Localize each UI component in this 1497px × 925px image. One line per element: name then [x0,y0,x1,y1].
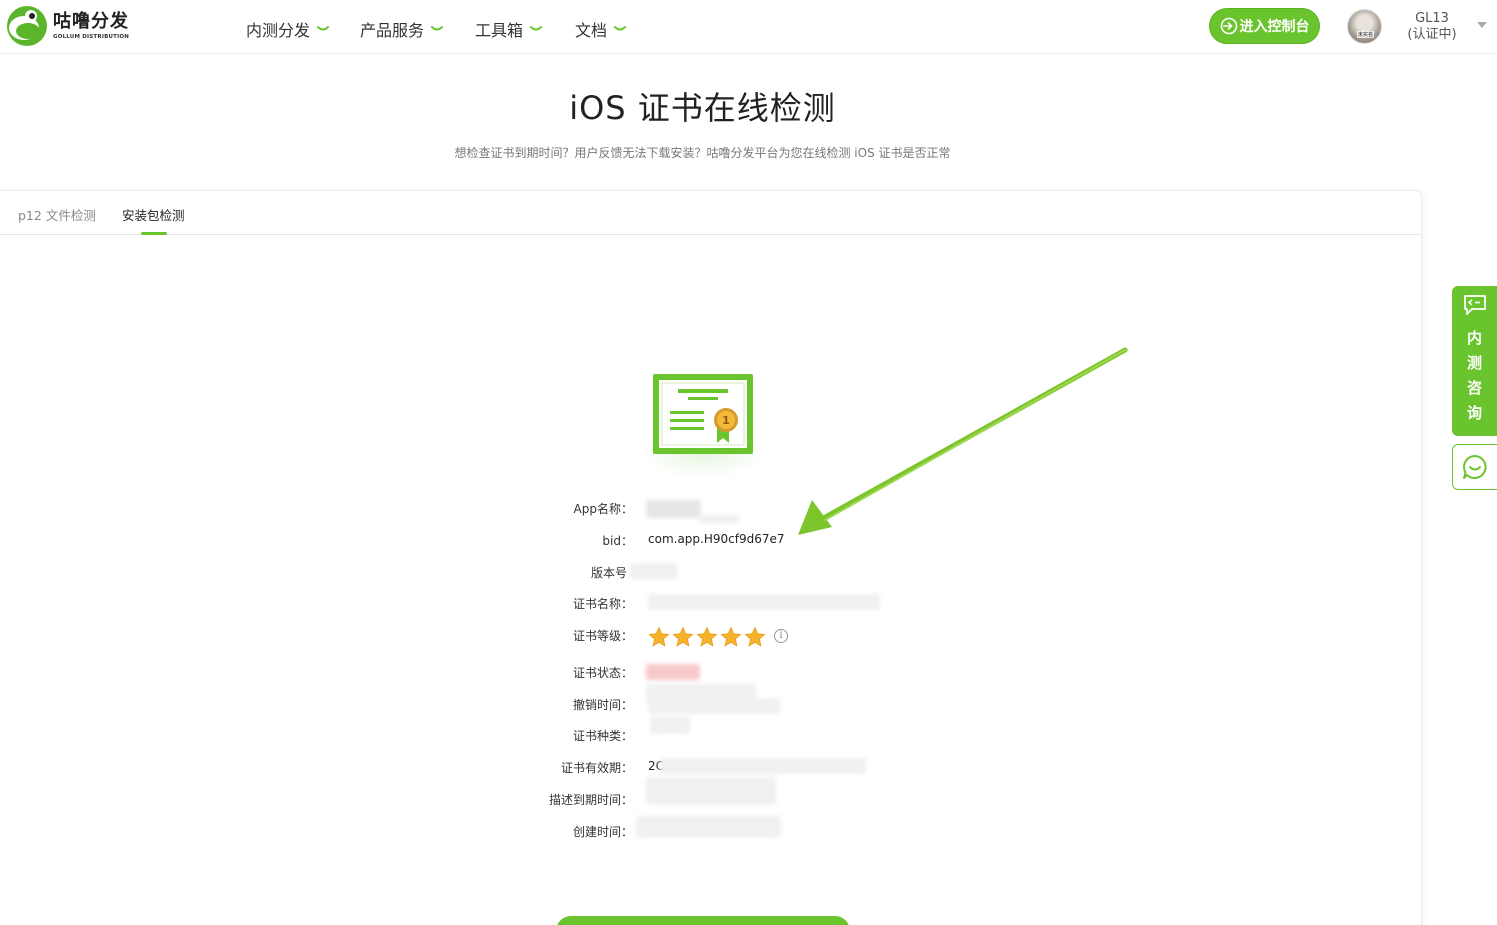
nav-item-products[interactable]: 产品服务 [360,17,444,41]
user-name: GL13 [1415,11,1449,26]
nav-item-docs[interactable]: 文档 [575,17,627,41]
user-menu[interactable]: GL13 (认证中) [1399,11,1465,43]
label-create-time: 创建时间： [572,825,633,839]
login-icon [1220,17,1237,35]
chevron-down-icon [317,26,330,31]
star-icon [648,626,670,647]
redacted-cert-validity [660,758,866,774]
cert-rating [648,626,768,648]
nav-item-toolbox[interactable]: 工具箱 [475,17,543,41]
label-cert-validity: 证书有效期： [560,761,633,775]
brand-name: 咕噜分发 [53,11,129,32]
page-title: iOS 证书在线检测 [569,89,836,127]
active-tab-indicator [141,232,167,235]
tab-package-check[interactable]: 安装包检测 [122,205,185,224]
redacted-profile-expiry [646,777,776,805]
redacted-app-name [646,500,701,518]
redacted-create-time [636,816,781,838]
redacted-cert-type [650,716,690,734]
logo-mark-icon [7,6,47,46]
primary-action-button[interactable] [556,916,850,925]
star-icon [720,626,742,647]
svg-text:1: 1 [722,414,730,427]
label-revoke-time: 撤销时间： [572,698,633,712]
star-icon [744,626,766,647]
label-app-name: App名称： [573,502,633,516]
detection-card: p12 文件检测 安装包检测 [0,190,1422,925]
avatar[interactable]: 未实名 [1347,9,1382,44]
chevron-down-icon [431,26,444,31]
label-bundle-id: bid： [602,534,633,548]
top-header: 咕噜分发 GOLLUM DISTRIBUTION 内测分发 产品服务 工具箱 文… [0,0,1497,54]
enter-console-button[interactable]: 进入控制台 [1209,8,1320,44]
redacted-version [630,563,678,579]
chat-bubble-icon [1463,455,1487,479]
value-bundle-id: com.app.H90cf9d67e7 [648,532,785,546]
brand-logo[interactable]: 咕噜分发 GOLLUM DISTRIBUTION [6,5,129,47]
redacted-cert-name [648,594,880,610]
verification-tag: 未实名 [1357,31,1375,38]
label-cert-status: 证书状态： [572,666,633,680]
brand-name-en: GOLLUM DISTRIBUTION [53,34,129,40]
label-cert-name: 证书名称： [572,597,633,611]
chevron-down-icon [614,26,627,31]
nav-item-beta-distribution[interactable]: 内测分发 [246,17,330,41]
tab-bar: p12 文件检测 安装包检测 [0,191,1421,235]
star-icon [696,626,718,647]
tab-p12-check[interactable]: p12 文件检测 [18,205,96,224]
star-icon [672,626,694,647]
redacted-cert-status [646,664,700,680]
certificate-icon: 1 [653,374,753,454]
label-profile-expiry: 描述到期时间： [548,793,633,807]
beta-consult-widget[interactable]: 内 测 咨 询 [1452,286,1497,436]
caret-down-icon[interactable] [1477,22,1487,28]
page-subtitle: 想检查证书到期时间？用户反馈无法下载安装？咕噜分发平台为您在线检测 iOS 证书… [454,146,951,160]
label-version: 版本号 [590,566,627,580]
user-status: (认证中) [1407,27,1457,42]
message-icon [1463,295,1486,315]
arrow-annotation-icon [798,347,1128,535]
chevron-down-icon [530,26,543,31]
info-icon[interactable]: i [774,629,788,643]
redacted-revoke-time [648,698,780,714]
chat-widget[interactable] [1452,444,1497,490]
label-cert-level: 证书等级： [572,629,633,643]
label-cert-type: 证书种类： [572,729,633,743]
